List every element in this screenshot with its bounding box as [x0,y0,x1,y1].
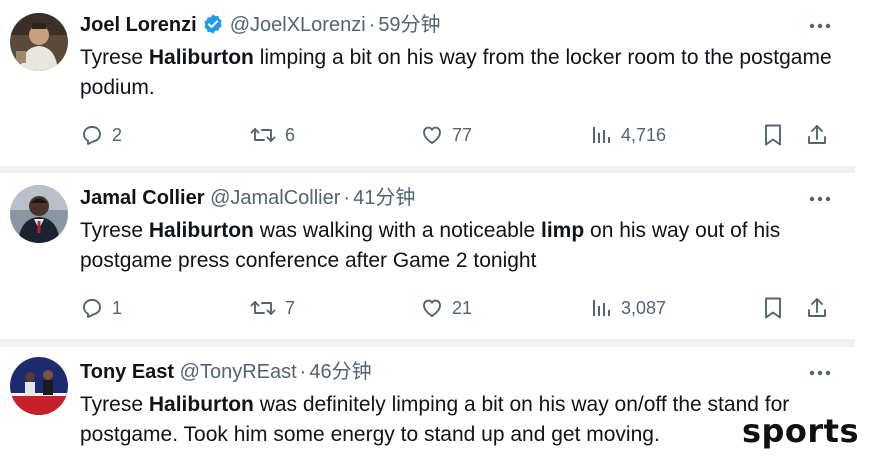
retweet-icon [249,296,277,320]
text-part: Tyrese [80,393,149,416]
timestamp[interactable]: 41分钟 [353,187,415,209]
tweet-header: Joel Lorenzi @JoelXLorenzi · 59分钟 [80,12,441,38]
retweet-button[interactable]: 7 [249,293,295,323]
retweet-count: 6 [285,124,296,145]
avatar[interactable] [10,357,68,415]
tweet-text: Tyrese Haliburton was walking with a not… [80,216,840,276]
more-icon[interactable] [807,13,833,39]
tweet-feed: Joel Lorenzi @JoelXLorenzi · 59分钟 Tyrese Ha… [0,0,855,462]
text-part-bold: Haliburton [148,393,254,416]
feed-divider [0,339,855,347]
text-part-bold: limp [541,219,585,242]
reply-icon [80,123,104,147]
more-icon[interactable] [807,186,833,212]
separator-dot: · [343,187,351,209]
like-icon [420,296,444,320]
retweet-icon [249,123,277,147]
reply-icon [80,296,104,320]
verified-badge-icon [202,13,224,42]
share-button[interactable] [806,120,828,150]
feed-divider [0,166,855,173]
tweet[interactable]: Tony East @TonyREast · 46分钟 Tyrese Halibur… [0,347,855,462]
views-button[interactable]: 3,087 [591,293,666,323]
reply-count: 1 [112,297,123,318]
tweet-header: Jamal Collier @JamalCollier · 41分钟 [80,185,415,211]
bookmark-icon [762,123,784,147]
bookmark-button[interactable] [762,120,784,150]
views-icon [591,124,613,146]
retweet-count: 7 [285,297,296,318]
views-icon [591,297,613,319]
author-name[interactable]: Tony East [80,361,174,383]
tweet-actions: 1 7 21 3,087 [0,293,855,323]
avatar[interactable] [10,13,68,71]
tweet-header: Tony East @TonyREast · 46分钟 [80,359,372,385]
separator-dot: · [299,361,307,383]
author-handle[interactable]: @JoelXLorenzi [230,14,366,36]
separator-dot: · [368,14,376,36]
avatar[interactable] [10,185,68,243]
bookmark-icon [762,296,784,320]
tweet[interactable]: Joel Lorenzi @JoelXLorenzi · 59分钟 Tyrese Ha… [0,0,855,166]
like-count: 77 [452,124,473,145]
reply-count: 2 [112,124,123,145]
author-name[interactable]: Jamal Collier [80,187,205,209]
reply-button[interactable]: 2 [80,120,122,150]
share-icon [806,123,828,147]
author-name[interactable]: Joel Lorenzi [80,14,197,36]
text-part: Tyrese [80,46,149,69]
tweet-text: Tyrese Haliburton limping a bit on his w… [80,43,840,103]
view-count: 4,716 [621,124,667,145]
author-handle[interactable]: @TonyREast [180,361,297,383]
timestamp[interactable]: 46分钟 [309,361,371,383]
retweet-button[interactable]: 6 [249,120,295,150]
like-button[interactable]: 21 [420,293,472,323]
tweet[interactable]: Jamal Collier @JamalCollier · 41分钟 Tyrese … [0,173,855,339]
share-button[interactable] [806,293,828,323]
text-part-bold: Haliburton [148,46,254,69]
share-icon [806,296,828,320]
tweet-text: Tyrese Haliburton was definitely limping… [80,390,840,450]
like-icon [420,123,444,147]
reply-button[interactable]: 1 [80,293,122,323]
tweet-actions: 2 6 77 4,716 [0,120,855,150]
bookmark-button[interactable] [762,293,784,323]
text-part: was walking with a noticeable [253,219,542,242]
like-count: 21 [452,297,473,318]
text-part: Tyrese [80,219,149,242]
views-button[interactable]: 4,716 [591,120,666,150]
view-count: 3,087 [621,297,667,318]
timestamp[interactable]: 59分钟 [378,14,440,36]
text-part-bold: Haliburton [148,219,254,242]
watermark-logo: sports [741,412,859,450]
like-button[interactable]: 77 [420,120,472,150]
more-icon[interactable] [807,360,833,386]
author-handle[interactable]: @JamalCollier [210,187,340,209]
